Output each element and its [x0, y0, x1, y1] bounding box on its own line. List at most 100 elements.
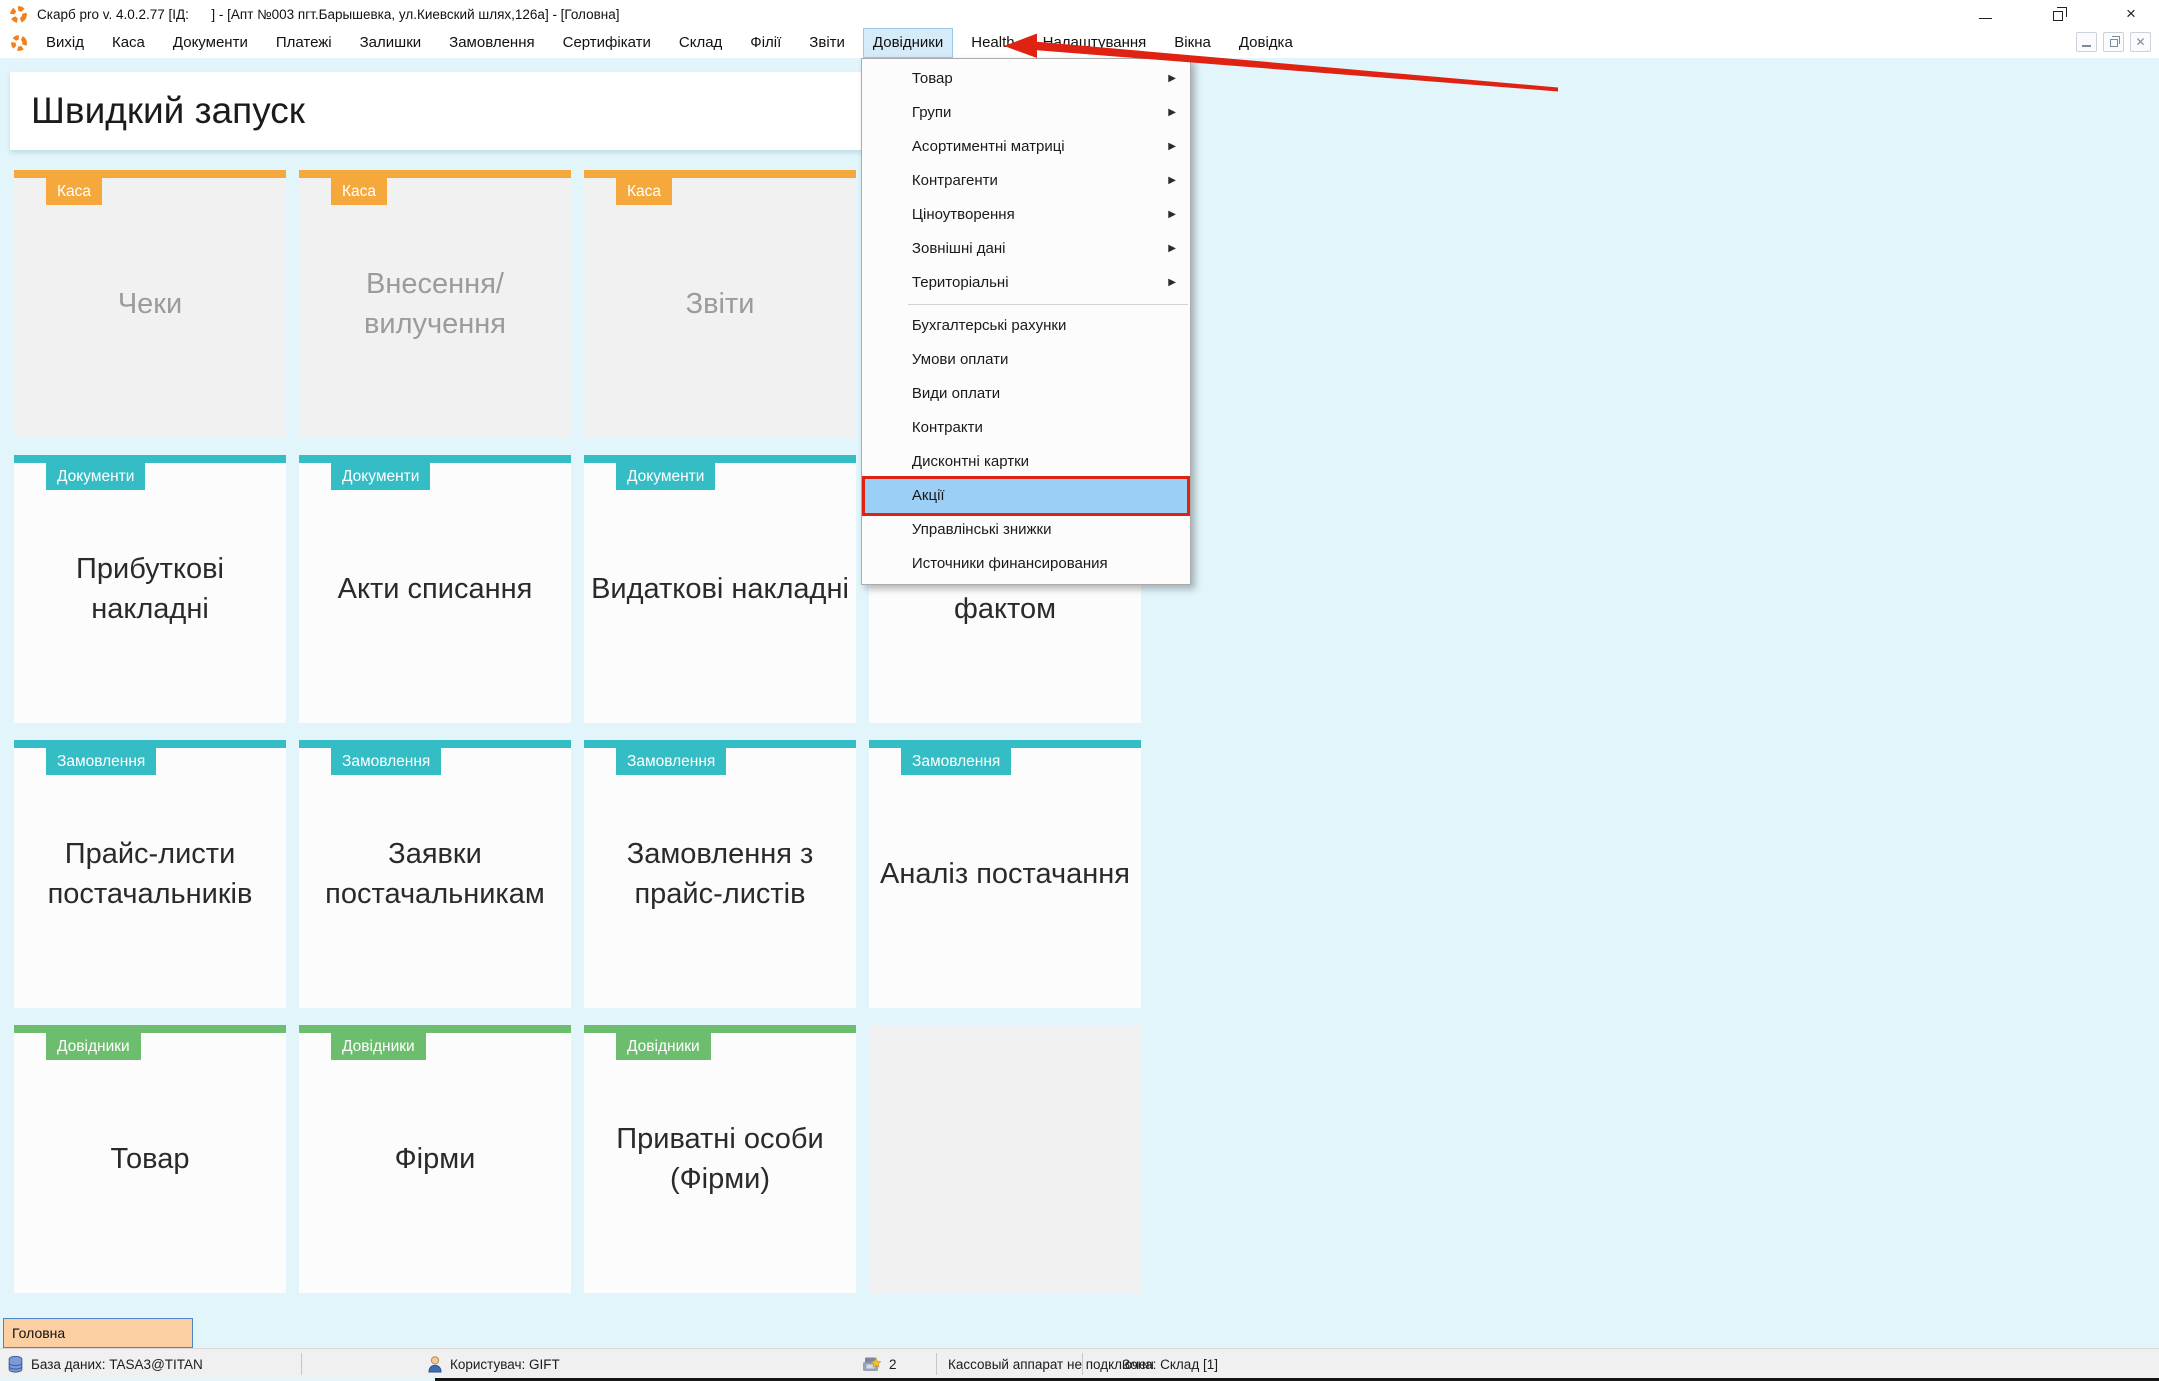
- quick-launch-tile-2[interactable]: КасаЗвіти: [584, 170, 856, 438]
- dropdown-item-label: Дисконтні картки: [912, 445, 1176, 479]
- submenu-arrow-icon: ▶: [1168, 198, 1176, 232]
- quick-launch-tile-14[interactable]: ДовідникиПриватні особи (Фірми): [584, 1025, 856, 1293]
- quick-launch-tile-6[interactable]: ДокументиВидаткові накладні: [584, 455, 856, 723]
- quick-launch-tile-15[interactable]: [869, 1025, 1141, 1293]
- menu-item-label: Залишки: [360, 34, 422, 51]
- quick-launch-tile-10[interactable]: Замовлення Замовлення з прайс-листів: [584, 740, 856, 1008]
- tile-label: Замовлення з прайс-листів: [584, 834, 856, 914]
- dropdown-item-5[interactable]: Зовнішні дані▶: [862, 232, 1190, 266]
- app-logo-icon: [10, 34, 28, 52]
- dropdown-item-1[interactable]: Групи▶: [862, 96, 1190, 130]
- menu-item-label: Вікна: [1174, 34, 1211, 51]
- quick-launch-tile-12[interactable]: ДовідникиТовар: [14, 1025, 286, 1293]
- tile-label: Товар: [14, 1139, 286, 1179]
- tile-label: Акти списання: [299, 569, 571, 609]
- menu-item-1[interactable]: Каса: [102, 28, 155, 58]
- menu-item-8[interactable]: Філії: [740, 28, 791, 58]
- database-icon: [8, 1356, 23, 1373]
- tile-category-badge: Замовлення: [901, 748, 1011, 775]
- menu-item-0[interactable]: Вихід: [36, 28, 94, 58]
- close-icon[interactable]: ×: [2123, 6, 2139, 22]
- dropdown-item-6[interactable]: Територіальні▶: [862, 266, 1190, 300]
- dropdown-item-8[interactable]: Бухгалтерські рахунки: [862, 309, 1190, 343]
- menu-item-9[interactable]: Звіти: [799, 28, 855, 58]
- tile-category-bar: [14, 455, 286, 463]
- quick-launch-tile-11[interactable]: ЗамовленняАналіз постачання: [869, 740, 1141, 1008]
- menu-item-11[interactable]: Health: [961, 28, 1024, 58]
- tile-label: Внесення/вилучення: [299, 264, 571, 344]
- dropdown-item-4[interactable]: Ціноутворення▶: [862, 198, 1190, 232]
- menu-items: Вихід Каса Документи Платежі Залишки Замовлен…: [36, 28, 1303, 58]
- menu-item-3[interactable]: Платежі: [266, 28, 342, 58]
- menu-item-6[interactable]: Сертифікати: [553, 28, 661, 58]
- menu-item-12[interactable]: Налаштування: [1033, 28, 1157, 58]
- quick-launch-tile-1[interactable]: Каса Внесення/вилучення: [299, 170, 571, 438]
- dropdown-item-0[interactable]: Товар▶: [862, 62, 1190, 96]
- dropdown-item-label: Управлінські знижки: [912, 513, 1176, 547]
- tile-category-badge: Каса: [331, 178, 387, 205]
- quick-launch-tile-13[interactable]: ДовідникиФірми: [299, 1025, 571, 1293]
- tile-label: Фірми: [299, 1139, 571, 1179]
- dropdown-item-3[interactable]: Контрагенти▶: [862, 164, 1190, 198]
- mdi-close-icon[interactable]: ✕: [2130, 32, 2151, 52]
- tile-category-badge: Довідники: [616, 1033, 711, 1060]
- tile-category-bar: [14, 740, 286, 748]
- tile-category-bar: [299, 170, 571, 178]
- dropdown-item-14[interactable]: Управлінські знижки: [862, 513, 1190, 547]
- menu-item-14[interactable]: Довідка: [1229, 28, 1303, 58]
- quick-launch-tile-5[interactable]: ДокументиАкти списання: [299, 455, 571, 723]
- tile-category-bar: [584, 170, 856, 178]
- menu-item-10[interactable]: ДовідникиТовар▶Групи▶Асортиментні матриц…: [863, 28, 953, 58]
- dropdown-item-10[interactable]: Види оплати: [862, 377, 1190, 411]
- statusbar-user-segment: Користувач: GIFT: [428, 1349, 560, 1379]
- app-logo-icon: [9, 5, 28, 24]
- tab-holovna[interactable]: Головна: [3, 1318, 193, 1348]
- dropdown-item-label: Територіальні: [912, 266, 1162, 300]
- quick-launch-tile-9[interactable]: ЗамовленняЗаявки постачальникам: [299, 740, 571, 1008]
- menu-item-label: Склад: [679, 34, 722, 51]
- menu-item-label: Health: [971, 34, 1014, 51]
- submenu-arrow-icon: ▶: [1168, 266, 1176, 300]
- menu-item-label: Філії: [750, 34, 781, 51]
- menu-item-4[interactable]: Залишки: [350, 28, 432, 58]
- menu-item-label: Довідка: [1239, 34, 1293, 51]
- tile-label: Прибуткові накладні: [14, 549, 286, 629]
- menu-item-label: Вихід: [46, 34, 84, 51]
- dropdown-item-11[interactable]: Контракти: [862, 411, 1190, 445]
- dropdown-item-13[interactable]: Акції: [862, 479, 1190, 513]
- user-icon: [428, 1356, 442, 1373]
- dropdown-item-2[interactable]: Асортиментні матриці▶: [862, 130, 1190, 164]
- menu-item-label: Платежі: [276, 34, 332, 51]
- dropdown-item-9[interactable]: Умови оплати: [862, 343, 1190, 377]
- dropdown-item-15[interactable]: Источники финансирования: [862, 547, 1190, 581]
- quick-launch-tile-0[interactable]: КасаЧеки: [14, 170, 286, 438]
- tile-label: Звіти: [584, 284, 856, 324]
- dropdown-item-label: Контрагенти: [912, 164, 1162, 198]
- menu-item-13[interactable]: Вікна: [1164, 28, 1221, 58]
- dropdown-item-label: Источники финансирования: [912, 547, 1176, 581]
- menu-separator-icon: [908, 304, 1188, 305]
- tile-category-badge: Замовлення: [616, 748, 726, 775]
- window-title: Скарб pro v. 4.0.2.77 [ІД: ] - [Апт №003…: [37, 7, 619, 22]
- restore-icon[interactable]: [2050, 6, 2066, 22]
- menu-bar: Вихід Каса Документи Платежі Залишки Замовлен…: [0, 28, 2159, 58]
- menu-item-label: Звіти: [809, 34, 845, 51]
- statusbar-separator: [301, 1353, 302, 1375]
- menu-item-7[interactable]: Склад: [669, 28, 732, 58]
- quick-launch-tile-8[interactable]: ЗамовленняПрайс-листи постачальників: [14, 740, 286, 1008]
- mdi-minimize-icon[interactable]: [2076, 32, 2097, 52]
- dropdown-item-label: Групи: [912, 96, 1162, 130]
- menu-item-5[interactable]: Замовлення: [439, 28, 544, 58]
- minimize-icon[interactable]: [1977, 6, 1993, 22]
- statusbar-zone-segment: Зона: Склад [1]: [1122, 1349, 1218, 1379]
- quick-launch-tile-4[interactable]: ДокументиПрибуткові накладні: [14, 455, 286, 723]
- menu-item-label: Налаштування: [1043, 34, 1147, 51]
- dropdown-item-label: Види оплати: [912, 377, 1176, 411]
- statusbar-separator: [936, 1353, 937, 1375]
- title-bar: Скарб pro v. 4.0.2.77 [ІД: ] - [Апт №003…: [0, 0, 2159, 28]
- menu-item-2[interactable]: Документи: [163, 28, 258, 58]
- mdi-restore-icon[interactable]: [2103, 32, 2124, 52]
- tile-category-bar: [299, 1025, 571, 1033]
- dropdown-item-12[interactable]: Дисконтні картки: [862, 445, 1190, 479]
- mdi-window-controls: ✕: [2076, 32, 2151, 52]
